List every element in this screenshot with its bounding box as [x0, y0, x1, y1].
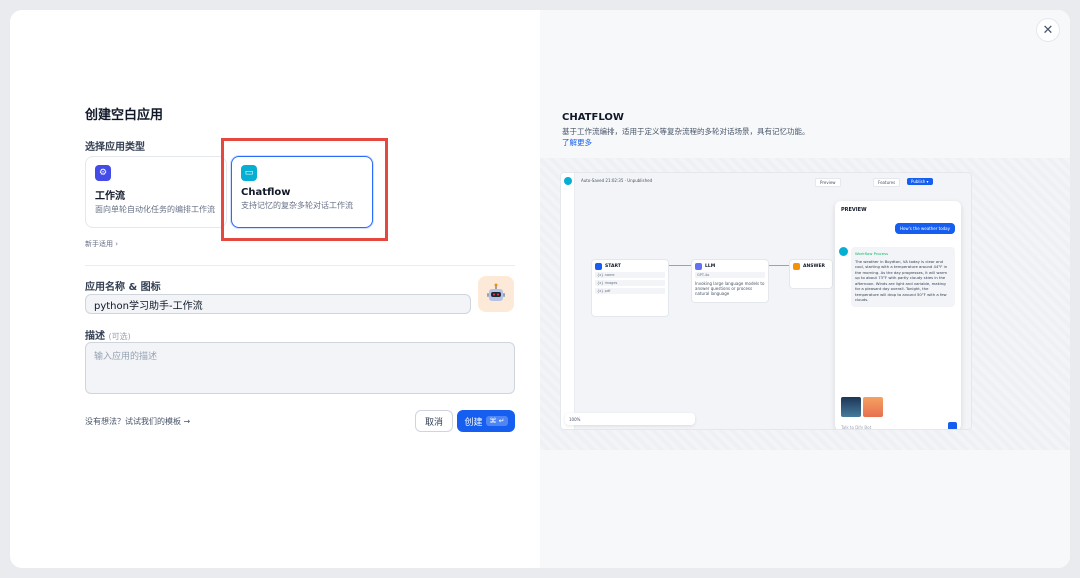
mini-bot-avatar	[839, 247, 848, 256]
workflow-card-name: 工作流	[95, 191, 125, 202]
optional-text: (可选)	[108, 332, 131, 341]
chatflow-description: 基于工作流编排，适用于定义等复杂流程的多轮对话场景，具有记忆功能。 了解更多	[562, 126, 817, 148]
learn-more-link[interactable]: 了解更多	[562, 138, 592, 147]
name-icon-label: 应用名称 & 图标	[85, 282, 161, 293]
description-textarea[interactable]: 输入应用的描述	[85, 342, 515, 394]
app-type-workflow-card[interactable]: ⚙ 工作流 面向单轮自动化任务的编排工作流	[85, 156, 227, 228]
start-row: {x} pdf	[595, 288, 665, 294]
edge-llm-answer	[769, 265, 789, 266]
preview-screenshot: Auto-Saved 21:02:35 · Unpublished Previe…	[560, 172, 972, 430]
mini-answer-node: ANSWER	[789, 259, 833, 289]
create-button-label: 创建	[464, 417, 483, 428]
mini-send-icon	[948, 422, 957, 429]
llm-note: Invoking large language models to answer…	[695, 281, 765, 296]
chevron-right-icon: ›	[115, 240, 119, 248]
preview-image-area: Auto-Saved 21:02:35 · Unpublished Previe…	[540, 158, 1070, 450]
description-label-text: 描述	[85, 331, 105, 342]
mini-zoom: 100%	[569, 417, 581, 422]
robot-icon	[487, 283, 505, 301]
beginner-hint-text: 新手适用	[85, 240, 113, 248]
mini-bottom-toolbar: 100%	[565, 413, 695, 425]
start-row: {x} name	[595, 272, 665, 278]
template-link[interactable]: 没有想法？试试我们的模板 →	[85, 416, 190, 427]
description-label: 描述 (可选)	[85, 327, 131, 342]
chatflow-desc-text: 基于工作流编排，适用于定义等复杂流程的多轮对话场景，具有记忆功能。	[562, 127, 810, 136]
annotation-highlight-box	[221, 138, 388, 241]
cancel-button[interactable]: 取消	[415, 410, 453, 432]
edge-start-llm	[669, 265, 691, 266]
start-node-icon	[595, 263, 602, 270]
app-type-label: 选择应用类型	[85, 142, 145, 153]
workflow-card-desc: 面向单轮自动化任务的编排工作流	[95, 205, 215, 214]
app-icon-picker[interactable]	[478, 276, 514, 312]
divider	[85, 265, 515, 266]
mini-preview-button: Preview	[815, 178, 841, 187]
mini-sidebar	[561, 173, 575, 429]
beginner-hint[interactable]: 新手适用 ›	[85, 239, 118, 249]
llm-model: GPT-4o	[695, 272, 765, 278]
mini-panel-title: PREVIEW	[841, 207, 867, 213]
mini-features-button: Features	[873, 178, 901, 187]
start-row: {x} images	[595, 280, 665, 286]
mini-autosave-text: Auto-Saved 21:02:35 · Unpublished	[581, 178, 653, 183]
mini-llm-node: LLM GPT-4o Invoking large language model…	[691, 259, 769, 303]
mini-chat-panel: PREVIEW How's the weather today Workflow…	[835, 201, 961, 430]
close-icon[interactable]: ✕	[1036, 18, 1060, 42]
dialog-title: 创建空白应用	[85, 108, 164, 123]
mini-chat-input: Talk to Dify Bot	[841, 425, 872, 430]
preview-pane: CHATFLOW 基于工作流编排，适用于定义等复杂流程的多轮对话场景，具有记忆功…	[540, 10, 1070, 568]
mini-start-node: START {x} name {x} images {x} pdf	[591, 259, 669, 317]
mini-answer-text: The weather in Boydton, VA today is clea…	[855, 258, 948, 303]
mini-image-2	[863, 397, 883, 417]
create-button[interactable]: 创建 ⌘ ↵	[457, 410, 515, 432]
mini-answer-bubble: Workflow Process The weather in Boydton,…	[851, 247, 955, 307]
create-shortcut: ⌘ ↵	[486, 416, 508, 426]
llm-node-icon	[695, 263, 702, 270]
create-app-dialog: CHATFLOW 基于工作流编排，适用于定义等复杂流程的多轮对话场景，具有记忆功…	[10, 10, 1070, 568]
mini-logo-icon	[564, 177, 572, 185]
workflow-process-label: Workflow Process	[855, 251, 889, 256]
workflow-icon: ⚙	[95, 165, 111, 181]
mini-image-1	[841, 397, 861, 417]
mini-user-message: How's the weather today	[894, 223, 955, 234]
mini-publish-button: Publish ▾	[907, 178, 933, 185]
llm-node-title: LLM	[705, 264, 716, 269]
answer-node-title: ANSWER	[803, 264, 825, 269]
chatflow-title: CHATFLOW	[562, 112, 624, 123]
answer-node-icon	[793, 263, 800, 270]
start-node-title: START	[605, 264, 621, 269]
app-name-input[interactable]: python学习助手-工作流	[85, 294, 471, 314]
